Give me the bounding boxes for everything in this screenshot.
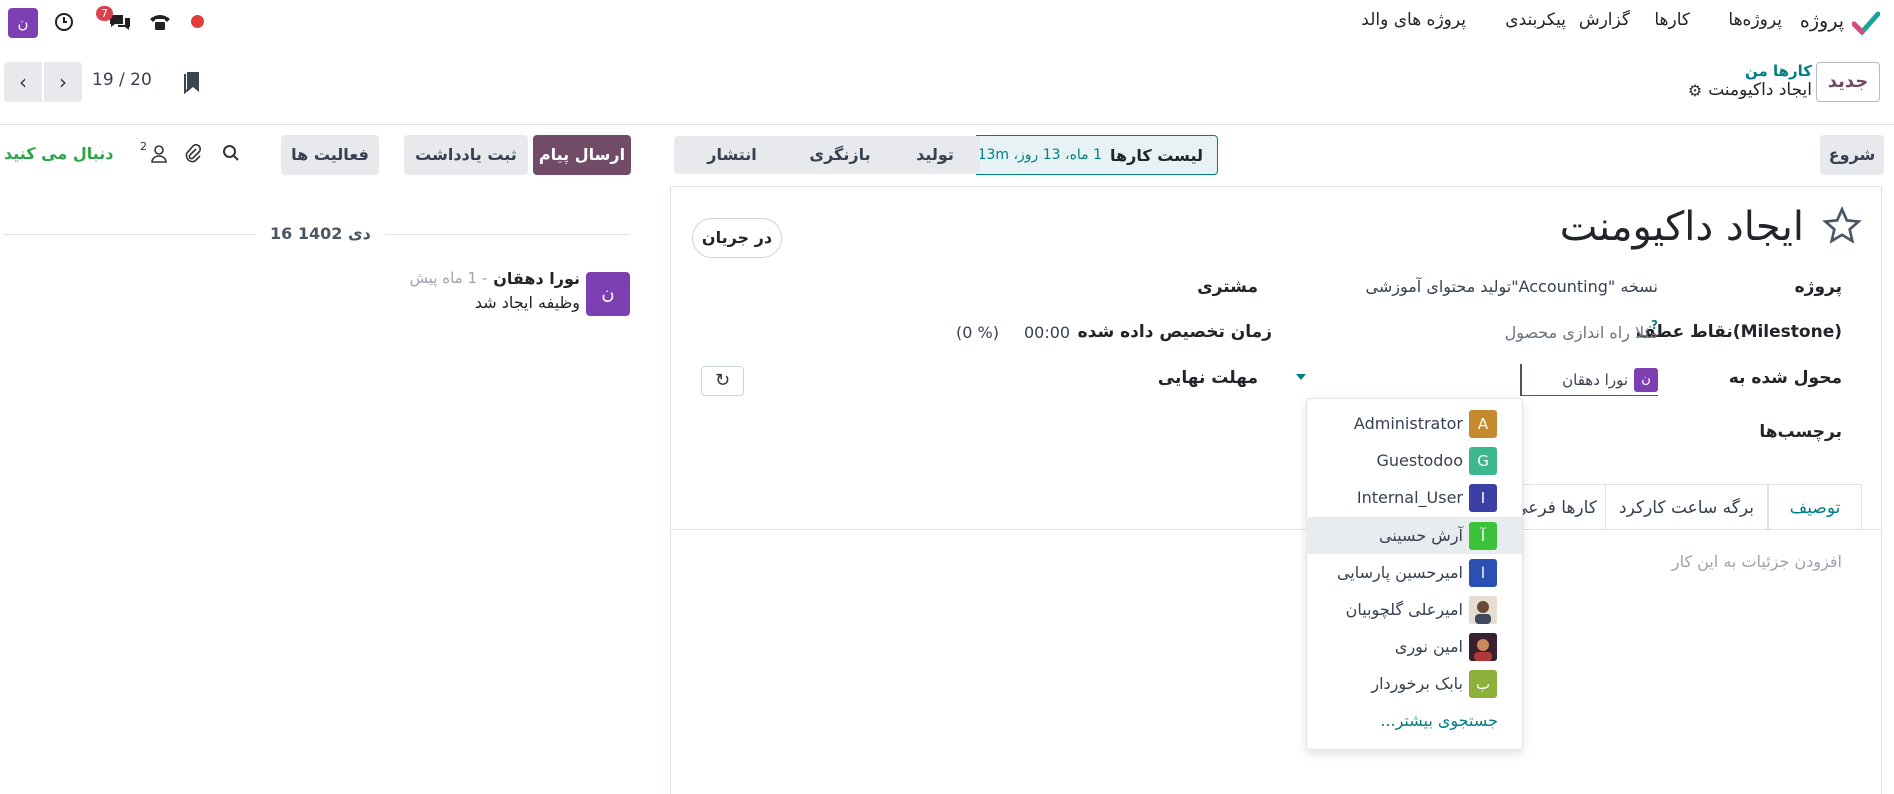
star-icon[interactable] (1822, 206, 1862, 250)
nav-menu-projects[interactable]: پروژه‌ها (1728, 10, 1782, 30)
assignee-dropdown: A Administrator G Guestodoo I Internal_U… (1306, 398, 1523, 750)
paperclip-icon[interactable] (184, 143, 202, 168)
bookmark-icon[interactable] (184, 70, 202, 98)
tab-description[interactable]: توصیف (1768, 484, 1862, 530)
assignee-input[interactable]: ن نورا دهقان (1520, 364, 1658, 396)
dropdown-avatar: A (1469, 409, 1497, 438)
dropdown-caret-icon[interactable] (1296, 374, 1306, 380)
nav-menu-tasks[interactable]: کارها (1654, 10, 1690, 30)
dropdown-item-label: Administrator (1353, 414, 1463, 433)
status-dot-icon (191, 15, 204, 28)
dropdown-item-label: آرش حسینی (1379, 526, 1463, 545)
dropdown-avatar: I (1469, 483, 1497, 512)
chat-unread-badge: 7 (96, 6, 113, 21)
clock-icon[interactable] (54, 12, 74, 36)
message-author[interactable]: نورا دهقان (493, 269, 580, 288)
stage-review[interactable]: بازنگری (790, 136, 890, 174)
dropdown-avatar: آ (1469, 521, 1497, 550)
dropdown-avatar: ب (1469, 669, 1497, 698)
dropdown-item-highlighted[interactable]: آ آرش حسینی (1306, 517, 1522, 554)
dropdown-item[interactable]: I Internal_User (1306, 479, 1522, 516)
control-panel-divider (0, 124, 1894, 125)
allocated-hours-label: زمان تخصیص داده شده (1077, 322, 1272, 342)
message-header: نورا دهقان - 1 ماه پیش (410, 269, 580, 288)
following-button[interactable]: دنبال می کنید (4, 144, 113, 163)
search-more-link[interactable]: جستجوی بیشتر... (1380, 711, 1498, 730)
dropdown-photo-avatar (1469, 632, 1497, 661)
start-button[interactable]: شروع (1820, 135, 1884, 175)
dropdown-item-label: Internal_User (1356, 488, 1463, 507)
pager-previous-button[interactable]: ‹ (4, 62, 42, 102)
stage-production[interactable]: تولید (890, 136, 980, 174)
deadline-label: مهلت نهایی (1157, 368, 1258, 388)
dropdown-item[interactable]: امیرعلی گلچوبیان (1306, 591, 1522, 628)
user-avatar[interactable]: ن (8, 8, 38, 38)
breadcrumb-parent-link[interactable]: کارها من (1688, 62, 1812, 80)
tabs-divider (671, 529, 1881, 530)
milestone-label: نقاط عطف(Milestone) (1635, 322, 1842, 342)
kanban-state-button[interactable]: در جریان (692, 218, 782, 258)
project-value[interactable]: تولید محتوای آموزشی"Accounting" نسخه (1366, 277, 1659, 296)
log-note-button[interactable]: ثبت یادداشت (404, 135, 528, 175)
nav-app-name[interactable]: پروژه (1800, 10, 1844, 32)
dropdown-item-label: بابک برخوردار (1371, 674, 1463, 693)
dropdown-item[interactable]: ا امیرحسین پارسایی (1306, 554, 1522, 591)
dropdown-avatar: G (1469, 446, 1497, 475)
gear-icon[interactable]: ⚙ (1688, 81, 1702, 100)
top-navbar: پروژه پروژه‌ها کارها گزارش پیکربندی پروژ… (0, 0, 1894, 44)
assignee-avatar: ن (1634, 368, 1658, 392)
dropdown-item-label: امیرعلی گلچوبیان (1345, 600, 1463, 619)
followers-icon[interactable] (150, 144, 168, 168)
dropdown-item[interactable]: ب بابک برخوردار (1306, 665, 1522, 702)
allocated-hours-value[interactable]: 00:00 (1024, 323, 1070, 342)
dropdown-item-label: امین نوری (1394, 637, 1463, 656)
customer-label: مشتری (1197, 277, 1258, 297)
search-icon[interactable] (222, 144, 240, 166)
tab-timesheets[interactable]: برگه ساعت کارکرد (1606, 484, 1768, 530)
phone-icon[interactable] (148, 12, 172, 36)
nav-menu-reporting[interactable]: گزارش (1579, 10, 1630, 30)
tags-label: برچسب‌ها (1759, 422, 1842, 442)
activities-button[interactable]: فعالیت ها (281, 135, 379, 175)
milestone-input[interactable]: مثلا راه اندازی محصول (1505, 323, 1658, 342)
breadcrumb-current: ایجاد داکیومنت (1708, 80, 1812, 100)
nav-menu-configuration[interactable]: پیکربندی (1505, 10, 1566, 30)
dropdown-item[interactable]: G Guestodoo (1306, 442, 1522, 479)
breadcrumb: کارها من ایجاد داکیومنت ⚙ (1688, 62, 1812, 100)
date-separator: 16 دی 1402 (256, 224, 385, 243)
dropdown-avatar: ا (1469, 558, 1497, 587)
pager-value[interactable]: 19 / 20 (92, 70, 152, 90)
dropdown-item-label: امیرحسین پارسایی (1336, 563, 1463, 582)
refresh-button[interactable]: ↻ (701, 366, 744, 396)
chevron-right-icon: › (59, 70, 67, 94)
assignee-name: نورا دهقان (1562, 371, 1628, 389)
stage-todo[interactable]: لیست کارها 1 ماه، 13 روز، 23h، 13m (942, 135, 1218, 175)
message-body: وظیفه ایجاد شد (474, 293, 580, 312)
message-time: - 1 ماه پیش (409, 269, 488, 287)
pager-next-button[interactable]: › (44, 62, 82, 102)
allocated-hours-percent: (0 %) (956, 323, 999, 342)
dropdown-photo-avatar (1469, 595, 1497, 624)
refresh-icon: ↻ (714, 370, 731, 391)
task-title[interactable]: ایجاد داکیومنت (1560, 204, 1804, 250)
dropdown-item[interactable]: امین نوری (1306, 628, 1522, 665)
project-app-logo-icon[interactable] (1851, 10, 1881, 36)
dropdown-item-label: Guestodoo (1376, 451, 1463, 470)
dropdown-item[interactable]: A Administrator (1306, 405, 1522, 442)
message-avatar[interactable]: ن (586, 272, 630, 316)
new-button[interactable]: جدید (1816, 62, 1880, 102)
send-message-button[interactable]: ارسال پیام (533, 135, 631, 175)
description-editor[interactable]: افزودن جزئیات به این کار (1672, 552, 1842, 571)
followers-count: 2 (140, 140, 147, 153)
chevron-left-icon: ‹ (19, 70, 27, 94)
stage-todo-label: لیست کارها (1110, 145, 1203, 165)
nav-menu-parent-projects[interactable]: پروژه های والد (1361, 10, 1466, 30)
project-label: پروژه (1794, 277, 1842, 297)
stage-publish[interactable]: انتشار (674, 136, 790, 174)
assigned-label: محول شده به (1728, 368, 1842, 388)
